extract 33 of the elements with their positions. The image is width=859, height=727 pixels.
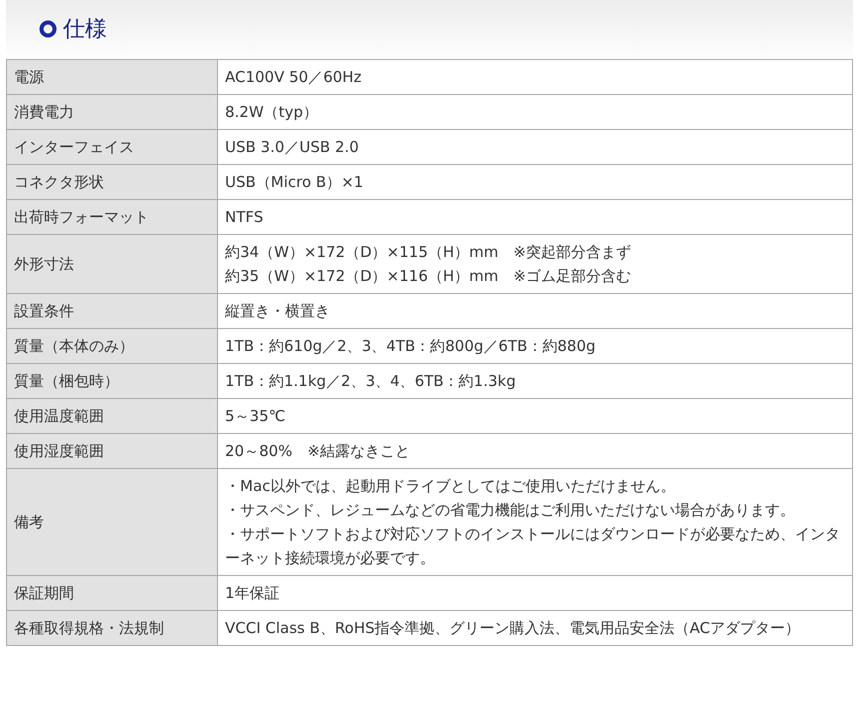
section-title: 仕様 bbox=[63, 16, 107, 44]
row-label: 設置条件 bbox=[6, 294, 218, 328]
row-label: 電源 bbox=[6, 60, 218, 94]
cell-text: 5～35℃ bbox=[225, 406, 286, 427]
cell-text: USB 3.0／USB 2.0 bbox=[225, 137, 360, 158]
row-label: 各種取得規格・法規制 bbox=[6, 610, 218, 646]
cell-text: AC100V 50／60Hz bbox=[225, 67, 362, 88]
cell-text: ・Mac以外では、起動用ドライブとしてはご使用いただけません。 bbox=[225, 476, 676, 497]
row-label: 質量（本体のみ） bbox=[6, 328, 218, 364]
cell-text: 20～80% ※結露なきこと bbox=[225, 441, 411, 462]
row-label: 消費電力 bbox=[6, 94, 218, 130]
cell-text: ・サポートソフトおよび対応ソフトのインストールにはダウンロードが必要なため、インターネット接続環境が必要です。 bbox=[225, 524, 841, 569]
row-label: 使用湿度範囲 bbox=[6, 434, 218, 468]
cell-text: ・サスペンド、レジュームなどの省電力機能はご利用いただけない場合があります。 bbox=[225, 500, 796, 521]
cell-text: 約35（W）×172（D）×116（H）mm ※ゴム足部分含む bbox=[225, 266, 632, 287]
row-label: 備考 bbox=[6, 468, 218, 576]
cell-text: 縦置き・横置き bbox=[225, 301, 331, 322]
row-label: インターフェイス bbox=[6, 130, 218, 164]
cell-text: 1TB：約1.1kg／2、3、4、6TB：約1.3kg bbox=[225, 371, 517, 392]
row-label: コネクタ形状 bbox=[6, 164, 218, 200]
cell-text: 約34（W）×172（D）×115（H）mm ※突起部分含まず bbox=[225, 242, 632, 263]
cell-text: VCCI Class B、RoHS指令準拠、グリーン購入法、電気用品安全法（ACアダプター） bbox=[225, 618, 802, 639]
cell-text: 1年保証 bbox=[225, 583, 281, 604]
row-label: 外形寸法 bbox=[6, 234, 218, 294]
cell-text: 8.2W（typ） bbox=[225, 102, 319, 123]
cell-text: USB（Micro B）×1 bbox=[225, 172, 364, 193]
cell-text: 1TB：約610g／2、3、4TB：約800g／6TB：約880g bbox=[225, 336, 597, 357]
row-label: 使用温度範囲 bbox=[6, 398, 218, 434]
row-label: 出荷時フォーマット bbox=[6, 200, 218, 234]
row-label: 保証期間 bbox=[6, 576, 218, 610]
row-label: 質量（梱包時） bbox=[6, 364, 218, 398]
cell-text: NTFS bbox=[225, 207, 264, 228]
ring-icon bbox=[39, 20, 57, 38]
